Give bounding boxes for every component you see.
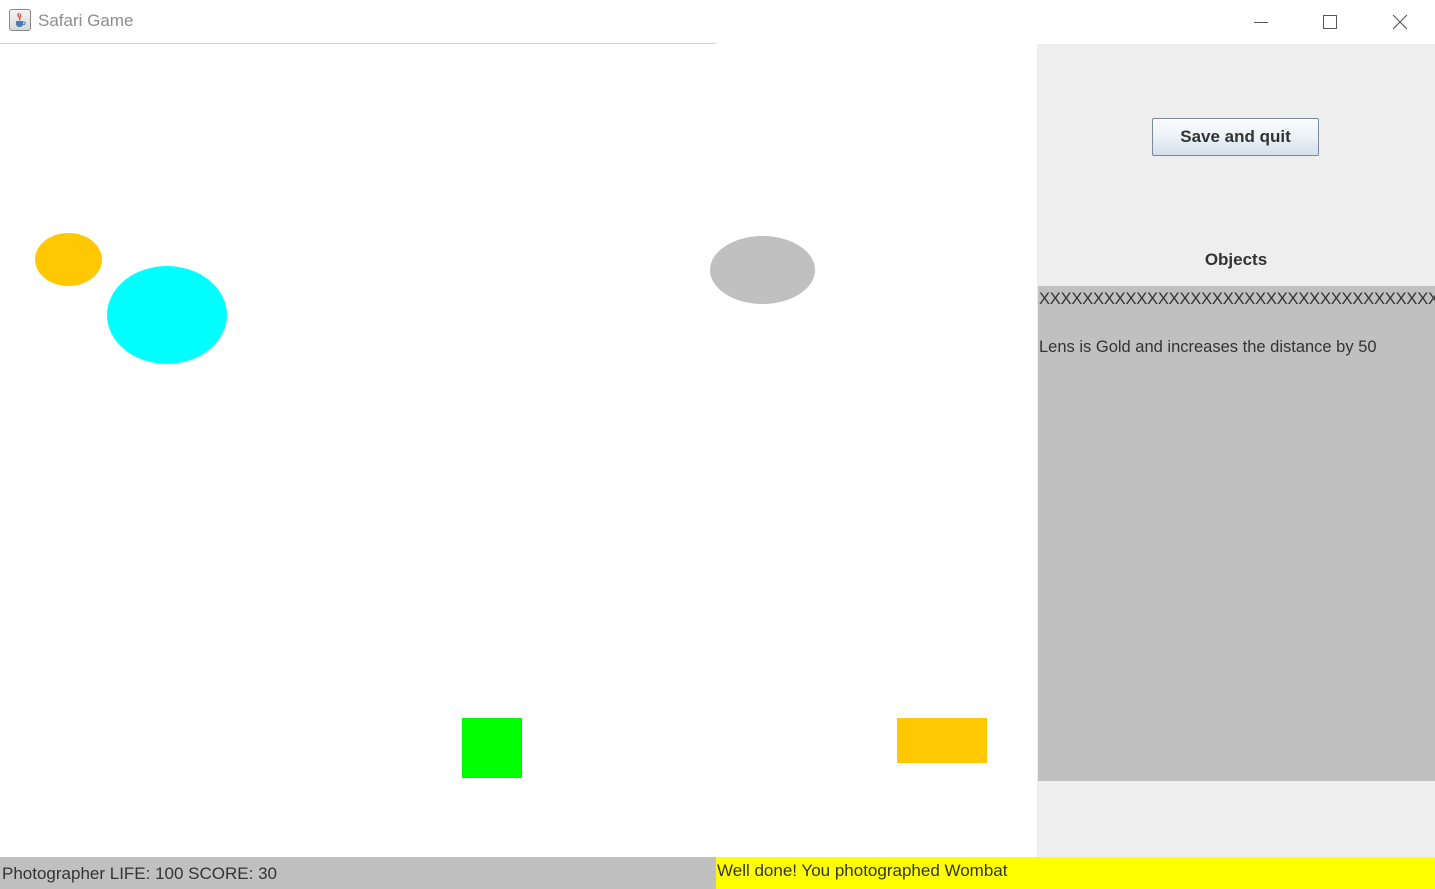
message-text: Well done! You photographed Wombat [717, 861, 1008, 880]
java-cup-icon [9, 9, 31, 31]
game-canvas[interactable] [0, 44, 1037, 857]
save-and-quit-button[interactable]: Save and quit [1152, 118, 1319, 156]
player-status-text: Photographer LIFE: 100 SCORE: 30 [2, 864, 277, 883]
objects-line: Lens is Gold and increases the distance … [1039, 338, 1377, 356]
orange-ellipse [35, 233, 102, 286]
objects-title: Objects [1204, 250, 1268, 269]
gray-ellipse [710, 236, 815, 304]
game-window: Safari Game Save and quit Objects XXXXXX… [0, 0, 1435, 889]
minimize-button[interactable] [1227, 0, 1295, 43]
objects-list[interactable]: XXXXXXXXXXXXXXXXXXXXXXXXXXXXXXXXXXXXXXXX… [1038, 286, 1435, 781]
player-status-bar: Photographer LIFE: 100 SCORE: 30 [0, 857, 716, 889]
maximize-button[interactable] [1296, 0, 1364, 43]
minimize-icon [1254, 21, 1268, 23]
title-bar[interactable]: Safari Game [0, 0, 1435, 43]
side-panel: Save and quit Objects XXXXXXXXXXXXXXXXXX… [1037, 44, 1435, 857]
cyan-ellipse [107, 266, 227, 364]
green-square [462, 718, 522, 778]
close-button[interactable] [1366, 0, 1434, 43]
window-title: Safari Game [38, 11, 134, 30]
orange-rectangle [897, 718, 987, 763]
objects-line: XXXXXXXXXXXXXXXXXXXXXXXXXXXXXXXXXXXXXXXX… [1039, 290, 1435, 308]
close-icon [1392, 14, 1408, 29]
maximize-icon [1323, 14, 1337, 29]
message-bar: Well done! You photographed Wombat [716, 857, 1435, 889]
